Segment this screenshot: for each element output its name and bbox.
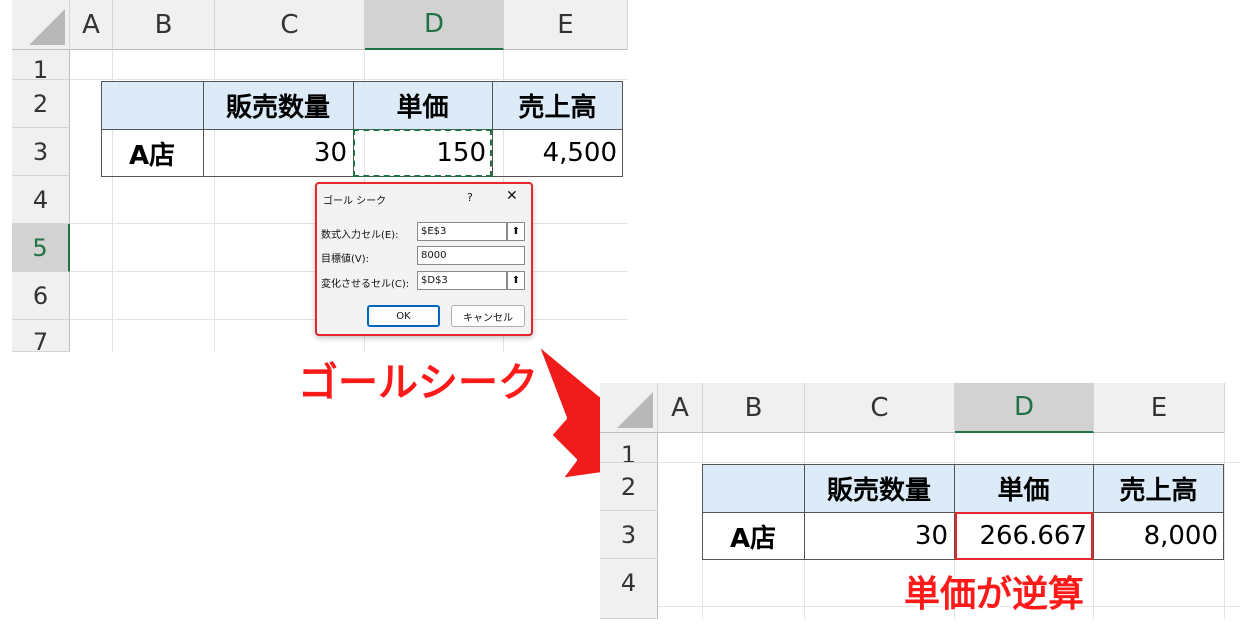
row-header-2[interactable]: 2 [600,463,658,511]
cell-quantity[interactable]: 30 [203,129,353,177]
caption-goal-seek: ゴールシーク [298,360,538,406]
copy-marquee [353,129,492,177]
cell-sales[interactable]: 4,500 [492,129,623,177]
ok-button[interactable]: OK [367,305,440,327]
to-value-label: 目標値(V): [321,254,370,265]
table-header-quantity[interactable]: 販売数量 [804,464,954,512]
column-header-e[interactable]: E [1094,383,1225,433]
table-header-blank[interactable] [702,464,804,512]
column-header-a[interactable]: A [658,383,703,433]
changing-cell-label: 変化させるセル(C): [321,279,410,290]
table-divider [492,81,493,177]
table-header-quantity[interactable]: 販売数量 [203,81,353,129]
dialog-title: ゴール シーク [323,196,387,207]
row-header-3[interactable]: 3 [600,511,658,559]
close-icon[interactable]: ✕ [506,188,518,204]
column-header-b[interactable]: B [703,383,805,433]
column-header-a[interactable]: A [70,0,113,50]
row-header-7[interactable]: 7 [12,320,70,352]
gridline [658,462,1240,463]
cancel-button[interactable]: キャンセル [451,305,525,327]
table-header-unit-price[interactable]: 単価 [954,464,1093,512]
table-divider [203,81,204,177]
column-header-c[interactable]: C [805,383,955,433]
row-header-3[interactable]: 3 [12,128,70,176]
row-header-5[interactable]: 5 [12,224,70,272]
table-divider [804,464,805,560]
table-row-label-store-a[interactable]: A店 [702,512,804,560]
result-highlight-box [955,512,1093,560]
collapse-dialog-icon[interactable]: ⬆ [507,222,525,241]
table-header-sales[interactable]: 売上高 [492,81,623,129]
row-header-4[interactable]: 4 [600,559,658,619]
column-header-e[interactable]: E [504,0,628,50]
gridline [70,79,628,80]
set-cell-label: 数式入力セル(E): [321,230,399,241]
cell-sales[interactable]: 8,000 [1093,512,1224,560]
row-header-2[interactable]: 2 [12,80,70,128]
gridline [1224,433,1225,619]
column-header-d[interactable]: D [365,0,504,50]
table-row-label-store-a[interactable]: A店 [101,129,203,177]
select-all-corner[interactable] [12,0,70,50]
column-header-c[interactable]: C [215,0,365,50]
changing-cell-input[interactable]: $D$3 [417,271,507,290]
cell-quantity[interactable]: 30 [804,512,954,560]
select-all-corner[interactable] [600,383,658,433]
table-header-blank[interactable] [101,81,203,129]
row-header-4[interactable]: 4 [12,176,70,224]
row-header-1[interactable]: 1 [12,50,70,80]
table-divider [1093,464,1094,560]
set-cell-input[interactable]: $E$3 [417,222,507,241]
collapse-dialog-icon[interactable]: ⬆ [507,271,525,290]
row-header-1[interactable]: 1 [600,433,658,463]
table-header-sales[interactable]: 売上高 [1093,464,1224,512]
column-header-b[interactable]: B [113,0,215,50]
help-icon[interactable]: ? [467,191,473,204]
goal-seek-dialog: ゴール シーク ? ✕ 数式入力セル(E): $E$3 ⬆ 目標値(V): 80… [315,182,533,336]
column-header-d[interactable]: D [955,383,1094,433]
to-value-input[interactable]: 8000 [417,246,525,265]
table-header-unit-price[interactable]: 単価 [353,81,492,129]
row-header-6[interactable]: 6 [12,272,70,320]
caption-result: 単価が逆算 [904,574,1085,615]
